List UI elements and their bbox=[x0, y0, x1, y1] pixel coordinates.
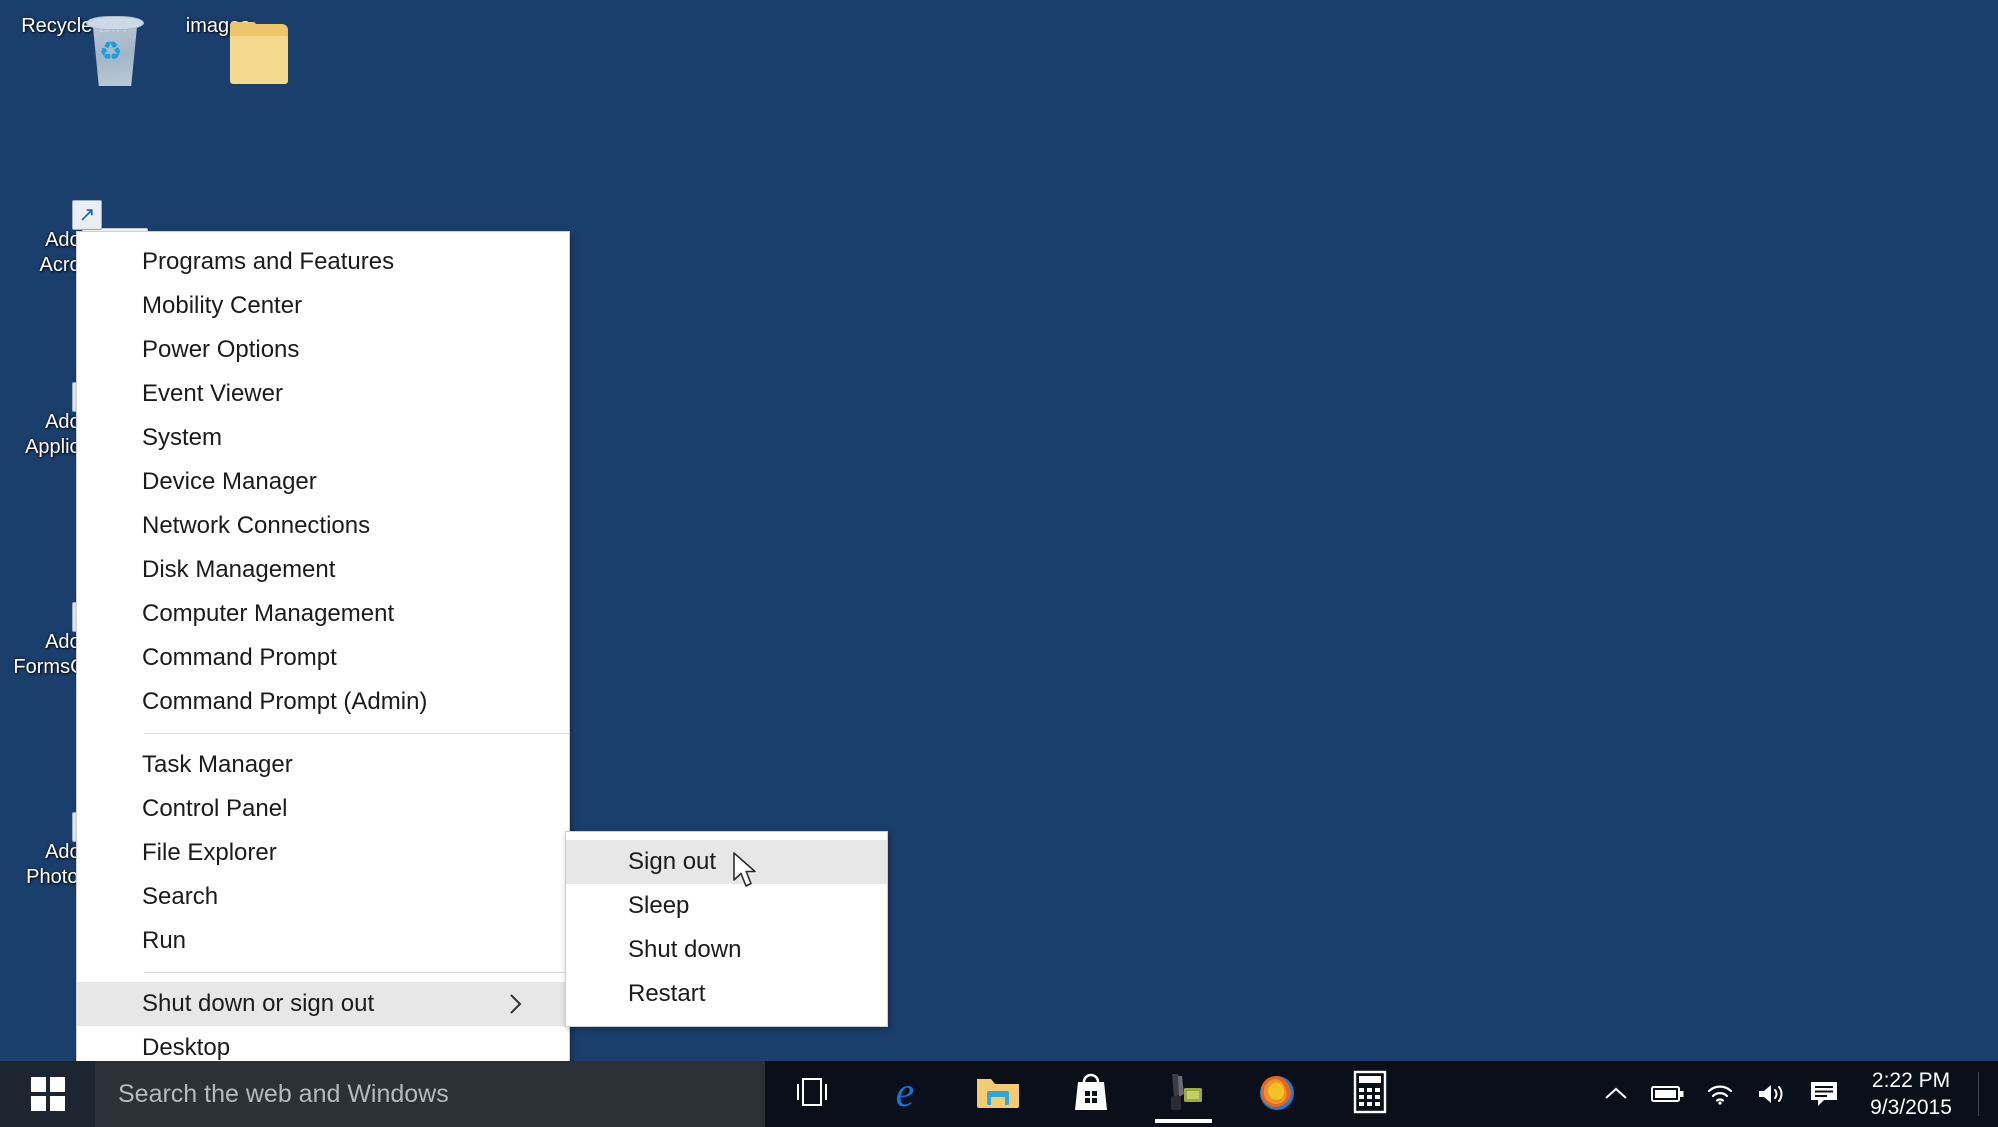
clock-date: 9/3/2015 bbox=[1850, 1094, 1972, 1121]
search-input[interactable]: Search the web and Windows bbox=[95, 1061, 765, 1127]
submenu-item-label: Sleep bbox=[628, 892, 689, 920]
desktop-screen: ♻ Recycle Bin images ← ↗ Adobe Acrobat ↗… bbox=[0, 0, 1998, 1127]
menu-item-label: Disk Management bbox=[142, 556, 335, 584]
chevron-right-icon bbox=[509, 993, 523, 1015]
menu-item-label: File Explorer bbox=[142, 839, 277, 867]
desktop-icon-recycle-bin[interactable]: ♻ Recycle Bin bbox=[8, 14, 140, 39]
shut-down-submenu: Sign out Sleep Shut down Restart bbox=[565, 831, 888, 1027]
taskbar-button-store[interactable] bbox=[1044, 1061, 1137, 1127]
submenu-item-sign-out[interactable]: Sign out bbox=[566, 840, 887, 884]
windows-logo-icon bbox=[31, 1077, 65, 1111]
taskbar-button-file-explorer[interactable] bbox=[951, 1061, 1044, 1127]
speaker-icon[interactable] bbox=[1746, 1082, 1798, 1106]
search-placeholder: Search the web and Windows bbox=[118, 1080, 449, 1109]
menu-item-label: Search bbox=[142, 883, 218, 911]
shortcut-arrow-icon: ↗ bbox=[72, 200, 102, 230]
submenu-item-restart[interactable]: Restart bbox=[566, 972, 887, 1016]
start-button[interactable] bbox=[0, 1061, 95, 1127]
menu-item-label: Command Prompt (Admin) bbox=[142, 688, 427, 716]
clock-time: 2:22 PM bbox=[1850, 1067, 1972, 1094]
menu-item-label: Mobility Center bbox=[142, 292, 302, 320]
firefox-icon bbox=[1255, 1070, 1299, 1119]
menu-item-event-viewer[interactable]: Event Viewer bbox=[77, 372, 569, 416]
system-tray: 2:22 PM 9/3/2015 bbox=[1590, 1061, 1998, 1127]
menu-item-control-panel[interactable]: Control Panel bbox=[77, 787, 569, 831]
menu-item-label: Power Options bbox=[142, 336, 299, 364]
show-desktop-button[interactable] bbox=[1978, 1072, 1990, 1116]
taskbar-clock[interactable]: 2:22 PM 9/3/2015 bbox=[1850, 1067, 1978, 1121]
calculator-icon bbox=[1352, 1070, 1388, 1119]
submenu-item-shut-down[interactable]: Shut down bbox=[566, 928, 887, 972]
taskbar-button-snipping-tool[interactable] bbox=[1137, 1061, 1230, 1127]
menu-item-label: Task Manager bbox=[142, 751, 293, 779]
taskbar-button-task-view[interactable] bbox=[765, 1061, 858, 1127]
task-view-icon bbox=[793, 1076, 831, 1113]
submenu-item-sleep[interactable]: Sleep bbox=[566, 884, 887, 928]
menu-item-shut-down-or-sign-out[interactable]: Shut down or sign out bbox=[77, 982, 569, 1026]
menu-item-disk-management[interactable]: Disk Management bbox=[77, 548, 569, 592]
menu-item-label: Programs and Features bbox=[142, 248, 394, 276]
taskbar-button-firefox[interactable] bbox=[1230, 1061, 1323, 1127]
svg-text:e: e bbox=[895, 1070, 914, 1114]
menu-item-power-options[interactable]: Power Options bbox=[77, 328, 569, 372]
menu-item-label: Control Panel bbox=[142, 795, 287, 823]
store-icon bbox=[1072, 1070, 1110, 1119]
menu-item-computer-management[interactable]: Computer Management bbox=[77, 592, 569, 636]
menu-item-label: Network Connections bbox=[142, 512, 370, 540]
menu-item-label: Command Prompt bbox=[142, 644, 337, 672]
snipping-tool-icon bbox=[1162, 1072, 1206, 1117]
menu-item-label: System bbox=[142, 424, 222, 452]
chevron-up-icon[interactable] bbox=[1590, 1085, 1642, 1103]
taskbar-app-buttons: e bbox=[765, 1061, 1416, 1127]
action-center-icon[interactable] bbox=[1798, 1080, 1850, 1108]
battery-icon[interactable] bbox=[1642, 1084, 1694, 1104]
menu-item-label: Run bbox=[142, 927, 186, 955]
menu-item-programs-and-features[interactable]: Programs and Features bbox=[77, 240, 569, 284]
menu-item-run[interactable]: Run bbox=[77, 919, 569, 963]
menu-item-label: Computer Management bbox=[142, 600, 394, 628]
menu-item-label: Desktop bbox=[142, 1034, 230, 1062]
submenu-item-label: Sign out bbox=[628, 848, 716, 876]
menu-item-command-prompt-admin[interactable]: Command Prompt (Admin) bbox=[77, 680, 569, 724]
menu-item-file-explorer[interactable]: File Explorer bbox=[77, 831, 569, 875]
menu-item-search[interactable]: Search bbox=[77, 875, 569, 919]
menu-item-device-manager[interactable]: Device Manager bbox=[77, 460, 569, 504]
menu-item-system[interactable]: System bbox=[77, 416, 569, 460]
wifi-icon[interactable] bbox=[1694, 1082, 1746, 1106]
menu-item-label: Device Manager bbox=[142, 468, 317, 496]
taskbar-button-edge[interactable]: e bbox=[858, 1061, 951, 1127]
menu-separator bbox=[144, 733, 569, 734]
menu-item-mobility-center[interactable]: Mobility Center bbox=[77, 284, 569, 328]
menu-separator bbox=[144, 972, 569, 973]
submenu-item-label: Restart bbox=[628, 980, 705, 1008]
taskbar-button-calculator[interactable] bbox=[1323, 1061, 1416, 1127]
submenu-item-label: Shut down bbox=[628, 936, 741, 964]
desktop-icon-images[interactable]: images bbox=[152, 14, 284, 39]
file-explorer-icon bbox=[975, 1073, 1021, 1116]
taskbar: Search the web and Windows e bbox=[0, 1061, 1998, 1127]
win-x-context-menu: Programs and Features Mobility Center Po… bbox=[76, 231, 570, 1081]
menu-item-label: Shut down or sign out bbox=[142, 990, 374, 1018]
edge-icon: e bbox=[885, 1070, 925, 1119]
menu-item-network-connections[interactable]: Network Connections bbox=[77, 504, 569, 548]
menu-item-task-manager[interactable]: Task Manager bbox=[77, 743, 569, 787]
menu-item-command-prompt[interactable]: Command Prompt bbox=[77, 636, 569, 680]
menu-item-label: Event Viewer bbox=[142, 380, 283, 408]
